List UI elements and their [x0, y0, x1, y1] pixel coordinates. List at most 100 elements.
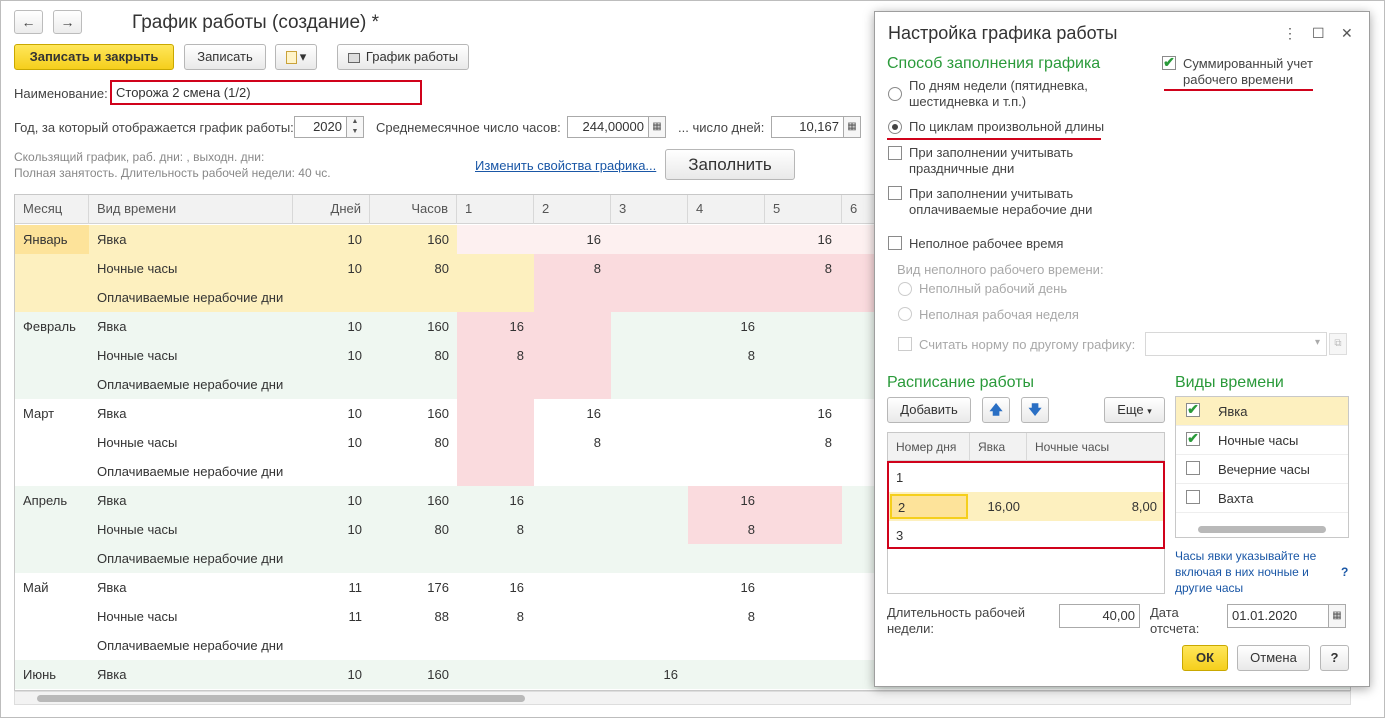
fill-button[interactable]: Заполнить — [665, 149, 795, 180]
day-cell — [688, 254, 765, 283]
day-cell — [611, 602, 688, 631]
checkbox-holidays[interactable] — [888, 146, 902, 160]
ok-button[interactable]: ОК — [1182, 645, 1228, 671]
scroll-thumb[interactable] — [1198, 526, 1326, 533]
red-highlight-box — [887, 461, 1165, 549]
kind-label: Вахта — [1218, 491, 1254, 506]
day-cell: 8 — [516, 522, 524, 537]
days-cell: 10 — [347, 435, 362, 450]
grid-header-cell[interactable]: 1 — [457, 195, 534, 224]
schedule-print-button[interactable]: График работы — [337, 44, 469, 70]
move-up-icon[interactable]: 🡅 — [982, 397, 1010, 423]
day-cell — [534, 631, 611, 660]
year-stepper[interactable]: ▲ ▼ — [346, 116, 364, 138]
grid-header-cell[interactable]: 3 — [611, 195, 688, 224]
chk-holidays-label: При заполнении учитывать праздничные дни — [909, 145, 1074, 176]
open-icon[interactable]: ⧉ — [1329, 333, 1347, 355]
save-close-button[interactable]: Записать и закрыть — [14, 44, 174, 70]
print-menu-button[interactable]: ▾ — [275, 44, 317, 70]
grid-header-cell[interactable]: 2 — [534, 195, 611, 224]
day-cell — [765, 283, 842, 312]
ref-date-field[interactable]: 01.01.2020 — [1227, 604, 1329, 628]
kind-checkbox[interactable] — [1186, 490, 1200, 504]
save-button[interactable]: Записать — [184, 44, 266, 70]
day-cell: 16 — [509, 580, 524, 595]
more-icon[interactable]: ⋮ — [1283, 25, 1297, 42]
day-cell: 8 — [593, 435, 601, 450]
help-button[interactable]: ? — [1320, 645, 1349, 671]
other-schedule-field[interactable]: ▾ — [1145, 332, 1327, 356]
avg-hours-field[interactable]: 244,00000 — [567, 116, 649, 138]
opt-cycles-label: По циклам произвольной длины — [909, 119, 1105, 134]
horizontal-scrollbar[interactable] — [14, 691, 1351, 705]
calendar-icon[interactable]: ▦ — [1328, 604, 1346, 628]
days-cell — [293, 370, 370, 399]
day-cell — [457, 660, 534, 689]
kind-cell: Оплачиваемые нерабочие дни — [97, 551, 284, 566]
scroll-thumb[interactable] — [37, 695, 525, 702]
name-label: Наименование: — [14, 86, 108, 101]
cancel-button[interactable]: Отмена — [1237, 645, 1310, 671]
forward-button[interactable]: → — [53, 10, 82, 34]
grid-header-cell[interactable]: Вид времени — [89, 195, 293, 224]
checkbox-paid-nonwork[interactable] — [888, 186, 902, 200]
list-item[interactable]: Вахта — [1176, 484, 1348, 513]
list-item[interactable]: ✔ Явка — [1176, 397, 1348, 426]
kinds-title: Виды времени — [1175, 374, 1284, 391]
close-icon[interactable]: ✕ — [1341, 25, 1353, 42]
month-cell: Май — [23, 580, 49, 595]
day-cell — [611, 573, 688, 602]
month-cell — [15, 515, 89, 544]
month-cell — [15, 254, 89, 283]
kind-checkbox[interactable] — [1186, 461, 1200, 475]
week-length-field[interactable]: 40,00 — [1059, 604, 1140, 628]
calculator-icon[interactable]: ▦ — [843, 116, 861, 138]
hours-cell: 80 — [434, 435, 449, 450]
checkbox-other-norm[interactable] — [898, 337, 912, 351]
radio-partday[interactable] — [898, 282, 912, 296]
grid-header-cell[interactable]: Дней — [293, 195, 370, 224]
radio-partweek[interactable] — [898, 307, 912, 321]
back-button[interactable]: ← — [14, 10, 43, 34]
add-button[interactable]: Добавить — [887, 397, 971, 423]
day-cell — [457, 544, 534, 573]
grid-header-cell[interactable]: 4 — [688, 195, 765, 224]
list-item[interactable]: Вечерние часы — [1176, 455, 1348, 484]
day-cell: 8 — [747, 348, 755, 363]
help-icon[interactable]: ? — [1341, 564, 1348, 580]
print-doc-icon — [285, 51, 297, 65]
grid-header-cell[interactable]: 5 — [765, 195, 842, 224]
change-properties-link[interactable]: Изменить свойства графика... — [475, 158, 656, 173]
year-field[interactable]: 2020 — [294, 116, 347, 138]
month-cell — [15, 370, 89, 399]
kind-checkbox[interactable]: ✔ — [1186, 431, 1200, 446]
checkbox-parttime[interactable] — [888, 236, 902, 250]
move-down-icon[interactable]: 🡇 — [1021, 397, 1049, 423]
day-cell — [688, 225, 765, 254]
calculator-icon[interactable]: ▦ — [648, 116, 666, 138]
kind-checkbox[interactable]: ✔ — [1186, 402, 1200, 417]
checkbox-summarized[interactable]: ✔ — [1162, 55, 1176, 70]
radio-weekdays[interactable] — [888, 87, 902, 101]
header-day-num: Номер дня — [888, 433, 970, 461]
radio-cycles[interactable] — [888, 120, 902, 134]
day-cell — [688, 428, 765, 457]
header-night: Ночные часы — [1035, 440, 1110, 454]
kinds-scrollbar[interactable] — [1176, 521, 1348, 537]
day-cell — [534, 486, 611, 515]
day-cell — [457, 457, 534, 486]
day-cell: 16 — [663, 667, 678, 682]
list-item[interactable]: ✔ Ночные часы — [1176, 426, 1348, 455]
grid-header-cell[interactable]: Месяц — [15, 195, 89, 224]
red-underline — [887, 138, 1101, 140]
day-cell — [457, 225, 534, 254]
hours-cell: 160 — [427, 319, 449, 334]
maximize-icon[interactable]: ☐ — [1312, 25, 1325, 42]
month-cell — [15, 341, 89, 370]
more-menu-button[interactable]: Еще ▾ — [1104, 397, 1165, 423]
avg-days-field[interactable]: 10,167 — [771, 116, 844, 138]
day-cell — [534, 660, 611, 689]
grid-header-cell[interactable]: Часов — [370, 195, 457, 224]
kind-cell: Ночные часы — [97, 609, 178, 624]
name-field[interactable]: Сторожа 2 смена (1/2) — [110, 80, 422, 105]
